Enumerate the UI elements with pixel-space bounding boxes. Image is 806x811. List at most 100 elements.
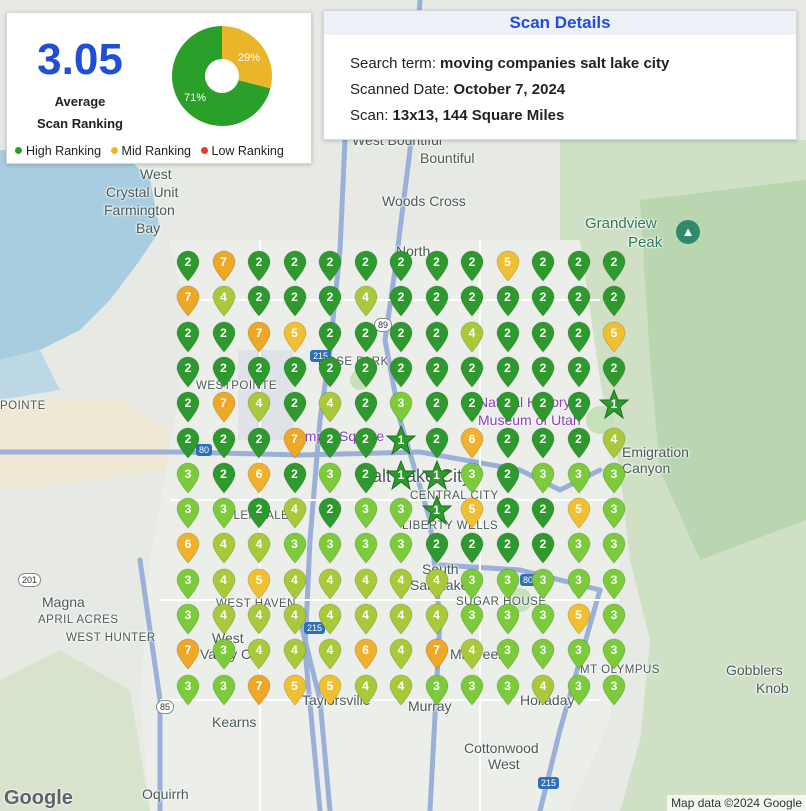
rank-pin-marker[interactable]: 2 (459, 532, 485, 565)
rank-pin-marker[interactable]: 3 (495, 603, 521, 635)
rank-pin-marker[interactable]: 2 (246, 356, 272, 388)
rank-pin-marker[interactable]: 5 (566, 497, 592, 529)
rank-pin-marker[interactable]: 3 (175, 674, 201, 706)
rank-pin-marker[interactable]: 3 (601, 674, 627, 706)
rank-pin-marker[interactable]: 2 (530, 285, 556, 318)
rank-pin-marker[interactable]: 2 (424, 356, 450, 388)
rank-pin-marker[interactable]: 2 (353, 462, 379, 494)
rank-pin-marker[interactable]: 2 (353, 321, 379, 353)
rank-pin-marker[interactable]: 2 (211, 427, 237, 459)
rank-pin-marker[interactable]: 2 (175, 250, 201, 282)
rank-pin-marker[interactable]: 3 (175, 462, 201, 494)
rank-pin-marker[interactable]: 3 (495, 568, 521, 600)
rank-pin-marker[interactable]: 3 (601, 568, 627, 600)
rank-star-marker[interactable]: 1 (386, 459, 416, 490)
rank-pin-marker[interactable]: 2 (317, 321, 343, 353)
rank-pin-marker[interactable]: 6 (353, 638, 379, 671)
rank-pin-marker[interactable]: 4 (459, 321, 485, 353)
rank-pin-marker[interactable]: 2 (601, 285, 627, 318)
rank-pin-marker[interactable]: 2 (282, 285, 308, 318)
rank-pin-marker[interactable]: 2 (175, 321, 201, 353)
rank-pin-marker[interactable]: 2 (495, 391, 521, 423)
rank-pin-marker[interactable]: 3 (601, 532, 627, 565)
rank-pin-marker[interactable]: 3 (530, 638, 556, 671)
rank-pin-marker[interactable]: 4 (388, 568, 414, 600)
rank-pin-marker[interactable]: 2 (495, 356, 521, 388)
rank-pin-marker[interactable]: 4 (317, 568, 343, 600)
rank-pin-marker[interactable]: 4 (282, 638, 308, 671)
rank-pin-marker[interactable]: 5 (459, 497, 485, 529)
rank-pin-marker[interactable]: 5 (246, 568, 272, 600)
rank-pin-marker[interactable]: 2 (495, 285, 521, 318)
rank-pin-marker[interactable]: 3 (530, 603, 556, 635)
rank-pin-marker[interactable]: 3 (388, 497, 414, 529)
rank-pin-marker[interactable]: 4 (317, 603, 343, 635)
rank-pin-marker[interactable]: 4 (353, 568, 379, 600)
rank-pin-marker[interactable]: 3 (175, 603, 201, 635)
rank-pin-marker[interactable]: 4 (211, 568, 237, 600)
rank-pin-marker[interactable]: 2 (459, 285, 485, 318)
rank-pin-marker[interactable]: 2 (246, 427, 272, 459)
rank-pin-marker[interactable]: 2 (566, 391, 592, 423)
rank-pin-marker[interactable]: 3 (353, 497, 379, 529)
rank-pin-marker[interactable]: 2 (246, 285, 272, 318)
rank-pin-marker[interactable]: 2 (246, 250, 272, 282)
rank-pin-marker[interactable]: 2 (317, 356, 343, 388)
rank-pin-marker[interactable]: 2 (424, 391, 450, 423)
rank-pin-marker[interactable]: 4 (388, 674, 414, 706)
rank-pin-marker[interactable]: 3 (424, 674, 450, 706)
rank-pin-marker[interactable]: 2 (566, 285, 592, 318)
rank-pin-marker[interactable]: 4 (282, 568, 308, 600)
rank-pin-marker[interactable]: 2 (601, 250, 627, 282)
rank-pin-marker[interactable]: 2 (211, 462, 237, 494)
rank-pin-marker[interactable]: 2 (282, 391, 308, 423)
rank-pin-marker[interactable]: 3 (530, 568, 556, 600)
rank-pin-marker[interactable]: 6 (246, 462, 272, 494)
rank-pin-marker[interactable]: 6 (459, 427, 485, 459)
rank-pin-marker[interactable]: 2 (175, 427, 201, 459)
rank-pin-marker[interactable]: 3 (388, 532, 414, 565)
rank-pin-marker[interactable]: 3 (459, 603, 485, 635)
rank-pin-marker[interactable]: 4 (246, 391, 272, 423)
rank-pin-marker[interactable]: 3 (566, 462, 592, 494)
rank-pin-marker[interactable]: 2 (566, 250, 592, 282)
rank-pin-marker[interactable]: 3 (459, 568, 485, 600)
rank-pin-marker[interactable]: 3 (566, 638, 592, 671)
rank-pin-marker[interactable]: 4 (246, 603, 272, 635)
rank-pin-marker[interactable]: 5 (317, 674, 343, 706)
rank-pin-marker[interactable]: 6 (175, 532, 201, 565)
rank-pin-marker[interactable]: 3 (175, 497, 201, 529)
rank-pin-marker[interactable]: 2 (317, 427, 343, 459)
rank-pin-marker[interactable]: 3 (495, 638, 521, 671)
rank-pin-marker[interactable]: 7 (282, 427, 308, 459)
rank-pin-marker[interactable]: 2 (317, 250, 343, 282)
rank-pin-marker[interactable]: 2 (175, 391, 201, 423)
rank-pin-marker[interactable]: 3 (601, 497, 627, 529)
rank-pin-marker[interactable]: 2 (424, 250, 450, 282)
rank-pin-marker[interactable]: 3 (211, 638, 237, 671)
rank-pin-marker[interactable]: 3 (530, 462, 556, 494)
rank-pin-marker[interactable]: 5 (282, 674, 308, 706)
rank-pin-marker[interactable]: 2 (282, 250, 308, 282)
rank-pin-marker[interactable]: 2 (353, 250, 379, 282)
rank-pin-marker[interactable]: 2 (388, 285, 414, 318)
rank-pin-marker[interactable]: 2 (282, 462, 308, 494)
rank-pin-marker[interactable]: 3 (317, 532, 343, 565)
rank-pin-marker[interactable]: 3 (353, 532, 379, 565)
rank-pin-marker[interactable]: 2 (211, 321, 237, 353)
rank-pin-marker[interactable]: 3 (388, 391, 414, 423)
rank-pin-marker[interactable]: 2 (353, 427, 379, 459)
rank-star-marker[interactable]: 1 (421, 495, 452, 526)
rank-pin-marker[interactable]: 2 (459, 391, 485, 423)
rank-star-marker[interactable]: 1 (386, 424, 416, 455)
rank-pin-marker[interactable]: 2 (424, 532, 450, 565)
rank-pin-marker[interactable]: 2 (246, 497, 272, 529)
rank-pin-marker[interactable]: 4 (317, 391, 343, 423)
rank-pin-marker[interactable]: 3 (459, 462, 485, 494)
rank-pin-marker[interactable]: 7 (246, 674, 272, 706)
rank-pin-marker[interactable]: 4 (601, 427, 627, 459)
rank-pin-marker[interactable]: 4 (282, 603, 308, 635)
rank-pin-marker[interactable]: 7 (424, 638, 450, 671)
rank-pin-marker[interactable]: 2 (566, 427, 592, 459)
rank-pin-marker[interactable]: 4 (530, 674, 556, 706)
